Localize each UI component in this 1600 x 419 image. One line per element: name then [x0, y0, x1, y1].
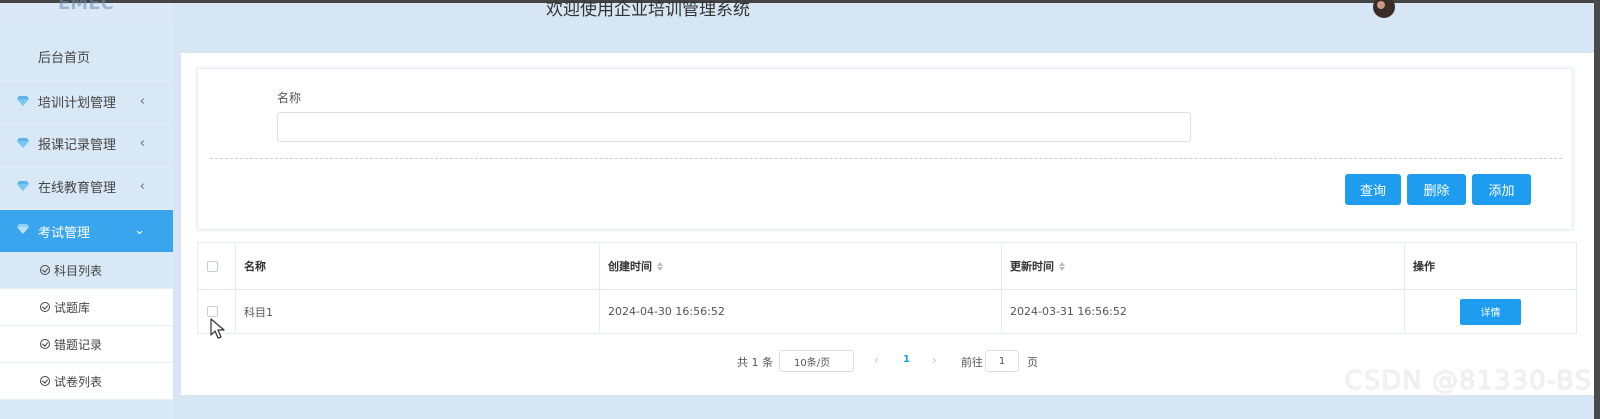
sidebar-subitem-label: 科目列表 — [54, 263, 103, 278]
name-search-input[interactable] — [277, 112, 1191, 142]
delete-button[interactable]: 删除 — [1407, 174, 1466, 205]
avatar[interactable] — [1373, 0, 1395, 18]
window-right-border — [1594, 0, 1600, 419]
sidebar-subitem-papers[interactable]: 试卷列表 — [0, 363, 173, 400]
sidebar-item-exam[interactable]: 考试管理 ⌄ — [0, 209, 173, 252]
sidebar-item-online-education[interactable]: 在线教育管理 ‹ — [0, 166, 173, 206]
column-header-actions: 操作 — [1413, 260, 1435, 273]
goto-page-input[interactable] — [985, 350, 1019, 372]
window-top-border — [0, 0, 1600, 3]
sort-icon[interactable] — [657, 261, 663, 271]
page-suffix: 页 — [1027, 356, 1038, 369]
sidebar-subitem-wrong-records[interactable]: 错题记录 — [0, 326, 173, 363]
column-header-created[interactable]: 创建时间 — [600, 243, 1002, 289]
page-title: 欢迎使用企业培训管理系统 — [546, 0, 750, 20]
page-size-select[interactable]: 10条/页 — [779, 350, 854, 372]
sidebar-subitem-question-bank[interactable]: 试题库 — [0, 289, 173, 326]
table-cell-actions: 详情 — [1405, 289, 1576, 334]
check-circle-icon — [40, 376, 50, 386]
chevron-down-icon: ⌄ — [134, 223, 145, 238]
table-cell-updated: 2024-03-31 16:56:52 — [1002, 289, 1405, 334]
sidebar-subitem-label: 试卷列表 — [54, 374, 103, 389]
table-cell-name: 科目1 — [236, 289, 600, 334]
check-circle-icon — [40, 339, 50, 349]
table-cell-created: 2024-04-30 16:56:52 — [600, 289, 1002, 334]
chevron-left-icon: ‹ — [139, 179, 145, 194]
divider — [210, 158, 1562, 159]
goto-label: 前往 — [961, 356, 983, 369]
sidebar-item-label: 后台首页 — [38, 50, 91, 66]
name-field-label: 名称 — [277, 91, 302, 105]
sidebar-item-home[interactable]: 后台首页 — [0, 33, 173, 79]
sidebar-item-enrollment[interactable]: 报课记录管理 ‹ — [0, 123, 173, 163]
select-all-cell — [198, 243, 236, 289]
data-table: 名称 创建时间 更新时间 操作 科目1 2024-04-30 16:56:52 … — [197, 242, 1577, 334]
next-page-icon[interactable]: › — [932, 353, 937, 367]
column-header-name[interactable]: 名称 — [236, 243, 600, 289]
sidebar-item-label: 培训计划管理 — [38, 96, 117, 111]
add-button[interactable]: 添加 — [1472, 174, 1531, 205]
row-checkbox[interactable] — [207, 306, 218, 317]
pagination-total: 共 1 条 — [737, 356, 773, 369]
mouse-cursor-icon — [210, 318, 225, 339]
chevron-left-icon: ‹ — [139, 94, 145, 109]
sidebar: EMEC 后台首页 培训计划管理 ‹ 报课记录管理 ‹ 在线教育管理 ‹ 考试管… — [0, 0, 173, 419]
diamond-icon — [17, 138, 29, 148]
sort-icon[interactable] — [1059, 261, 1065, 271]
sidebar-subitem-label: 错题记录 — [54, 337, 103, 352]
column-header-updated[interactable]: 更新时间 — [1002, 243, 1405, 289]
watermark: CSDN @81330-BS — [1344, 366, 1592, 396]
logo-area: EMEC — [0, 0, 173, 25]
sidebar-item-label: 考试管理 — [38, 225, 91, 241]
main-panel: 名称 查询 删除 添加 名称 创建时间 更新时间 操作 科目1 2024-04-… — [181, 53, 1594, 395]
query-button[interactable]: 查询 — [1345, 174, 1401, 205]
select-all-checkbox[interactable] — [207, 260, 218, 272]
check-circle-icon — [40, 302, 50, 312]
logo-icon: EMEC — [58, 0, 114, 14]
diamond-icon — [17, 224, 29, 234]
diamond-icon — [17, 181, 29, 191]
chevron-left-icon: ‹ — [139, 136, 145, 151]
sidebar-item-label: 报课记录管理 — [38, 138, 117, 153]
sidebar-subitem-subjects[interactable]: 科目列表 — [0, 252, 173, 289]
search-form: 名称 查询 删除 添加 — [197, 68, 1573, 230]
diamond-icon — [17, 96, 29, 106]
column-header-label: 更新时间 — [1010, 260, 1054, 273]
check-circle-icon — [40, 265, 50, 275]
detail-button[interactable]: 详情 — [1460, 298, 1521, 325]
sidebar-item-label: 在线教育管理 — [38, 181, 117, 196]
prev-page-icon[interactable]: ‹ — [874, 353, 879, 367]
page-number[interactable]: 1 — [903, 354, 910, 365]
sidebar-subitem-label: 试题库 — [54, 300, 91, 315]
column-header-label: 创建时间 — [608, 260, 652, 273]
sidebar-item-training-plan[interactable]: 培训计划管理 ‹ — [0, 81, 173, 121]
